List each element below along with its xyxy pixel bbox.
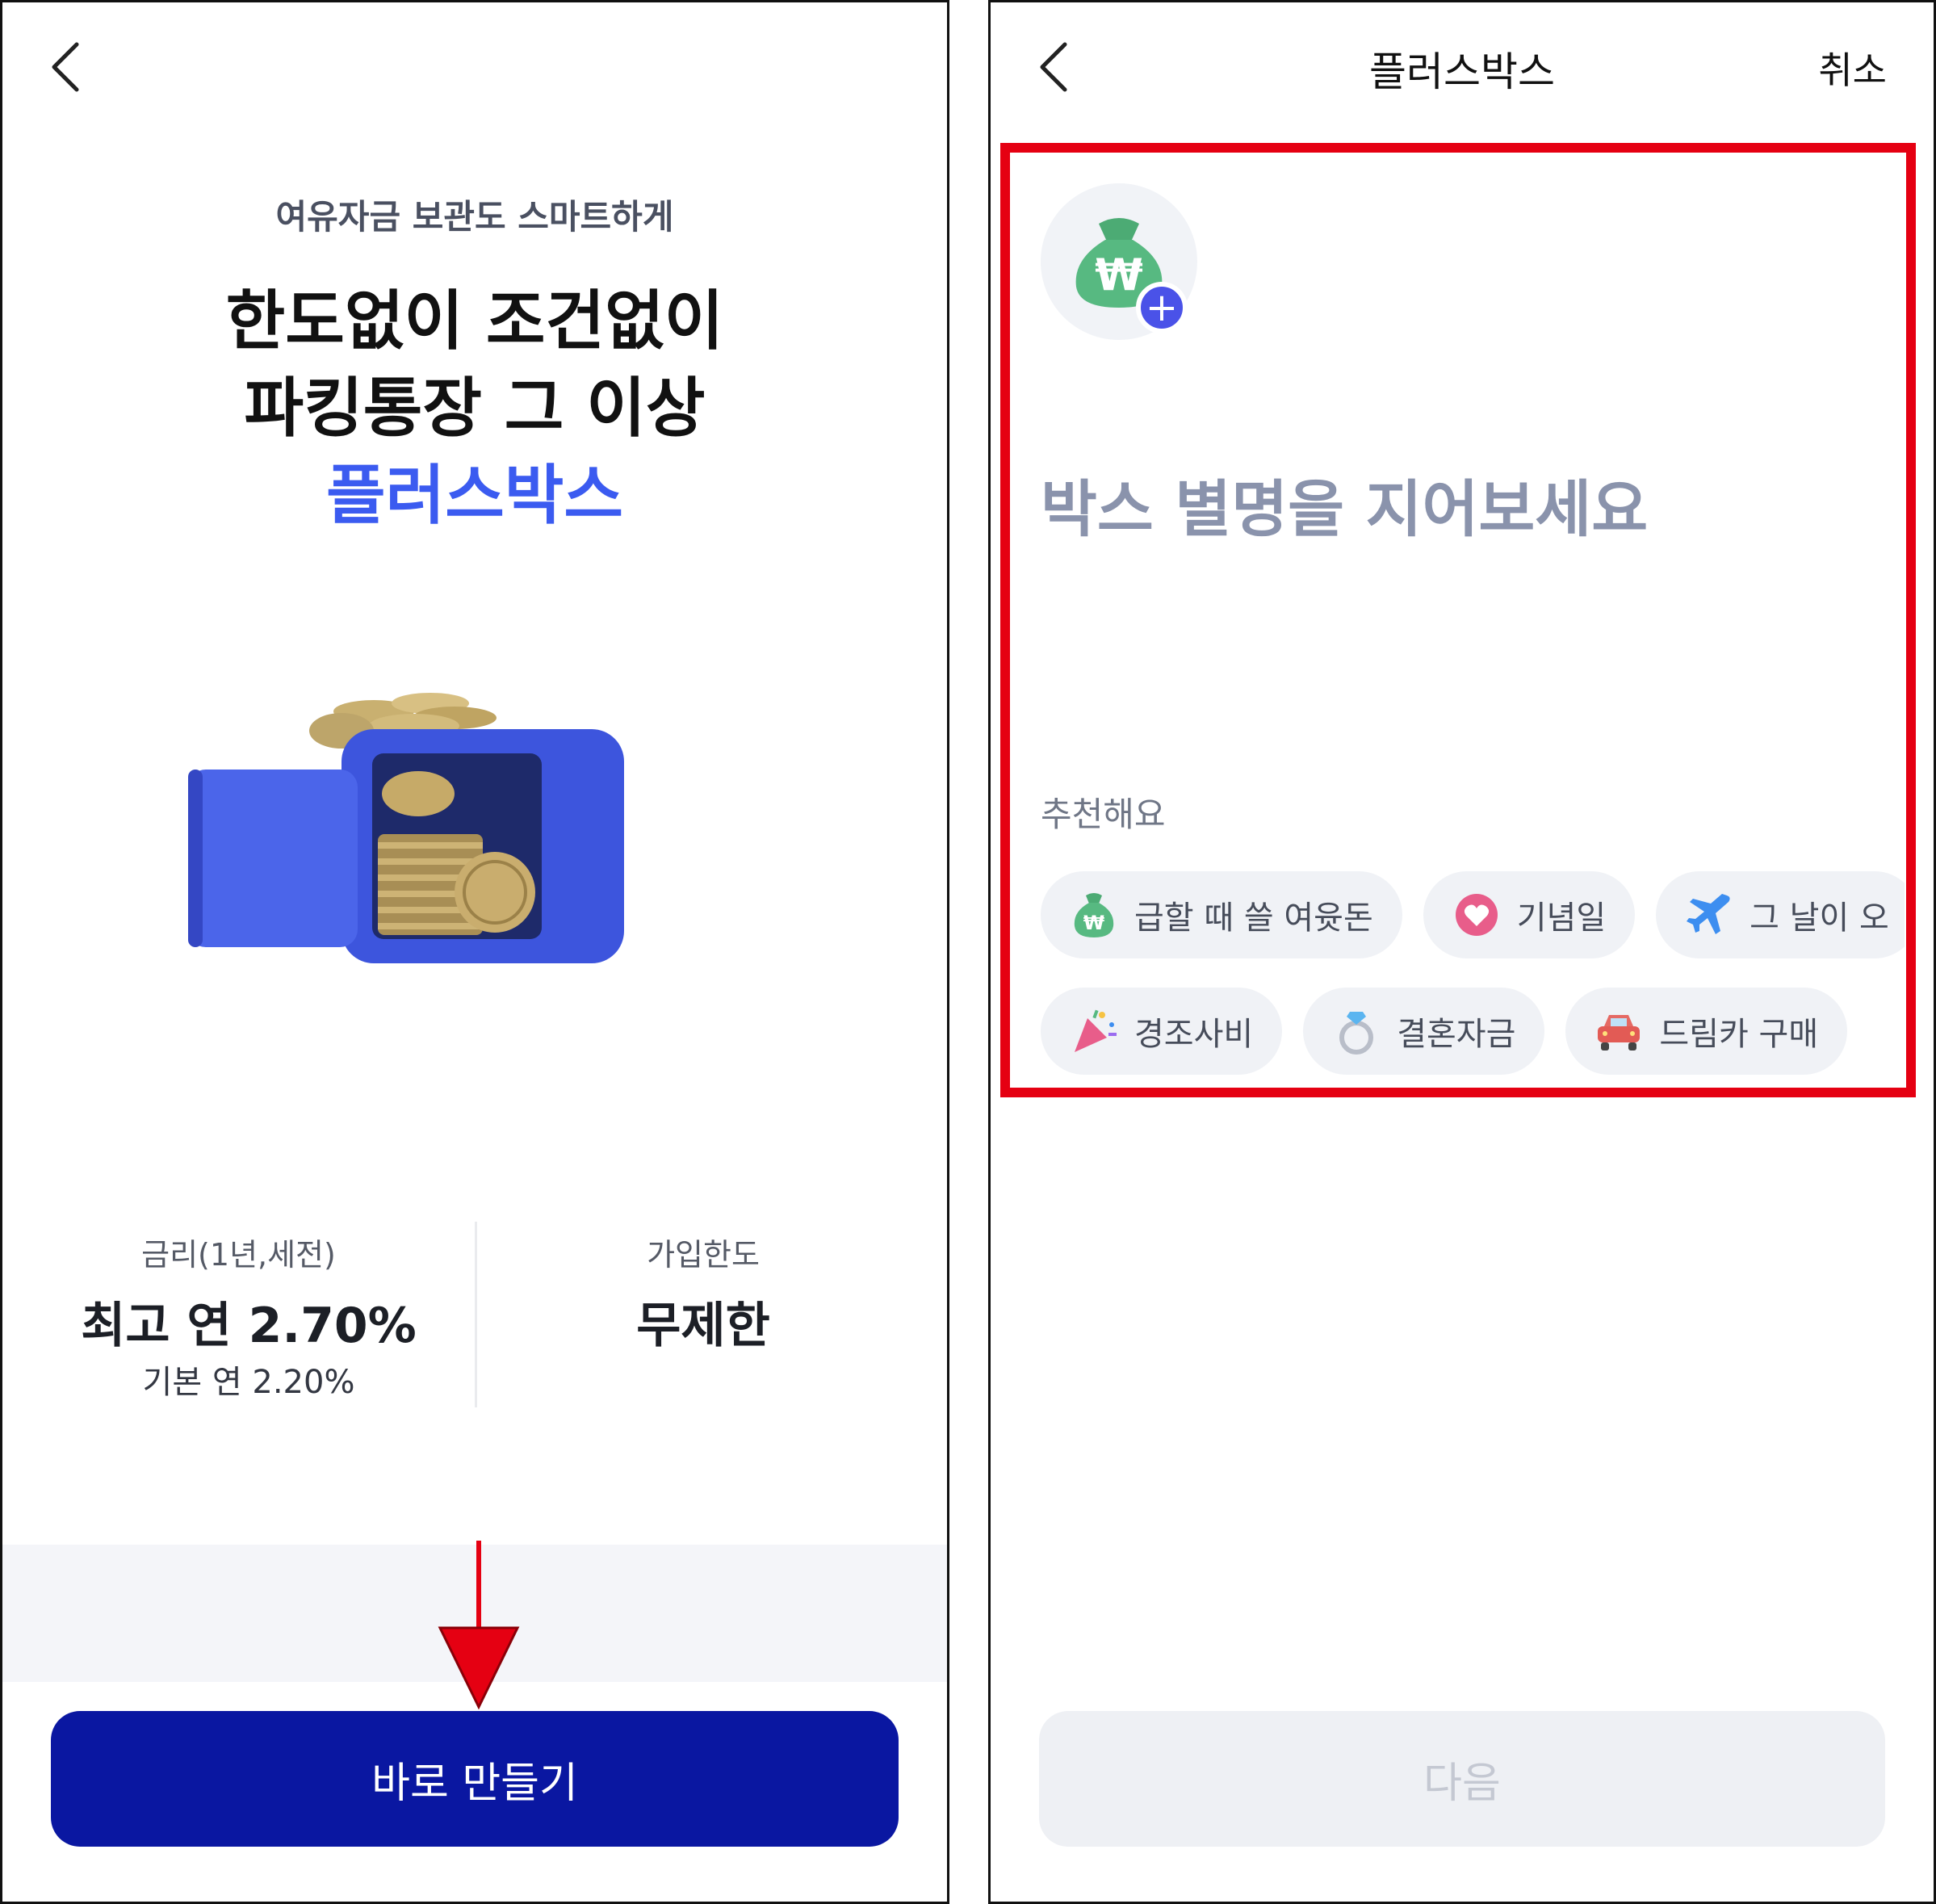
headline-line2: 파킹통장 그 이상 (244, 371, 706, 446)
cancel-button[interactable]: 취소 (1818, 41, 1887, 94)
chip-row-2: 경조사비 결혼자금 드림카 구매 (1041, 988, 1905, 1075)
add-icon[interactable]: + (1136, 282, 1188, 333)
heart-bubble-icon (1455, 894, 1498, 936)
rate-max-value: 최고 연 2.70% (81, 1298, 417, 1354)
chip-dream-car[interactable]: 드림카 구매 (1565, 988, 1848, 1075)
product-stats: 금리(1년,세전) 최고 연 2.70% 기본 연 2.20% 가입한도 무제한 (2, 1214, 947, 1415)
chip-family-events[interactable]: 경조사비 (1041, 988, 1283, 1075)
chip-that-day[interactable]: 그 날이 오 (1656, 871, 1905, 958)
name-box-screen: 플러스박스 취소 ₩ + 박스 별명을 지어보세요 추천해요 ₩ 급할 때 쓸 … (988, 0, 1936, 1904)
chip-label: 드림카 구매 (1659, 1016, 1819, 1053)
limit-value: 무제한 (636, 1298, 770, 1354)
headline-product-name: 플러스박스 (326, 458, 623, 533)
svg-text:₩: ₩ (1095, 250, 1143, 300)
svg-text:₩: ₩ (1083, 912, 1105, 934)
ring-icon (1339, 1012, 1374, 1055)
box-nickname-input[interactable]: 박스 별명을 지어보세요 (1041, 459, 1648, 548)
recommend-label: 추천해요 (1041, 795, 1166, 834)
headline-line1: 한도없이 조건없이 (225, 283, 724, 359)
nav-title: 플러스박스 (1369, 48, 1555, 95)
chip-anniversary[interactable]: 기념일 (1423, 871, 1636, 958)
safe-with-coins-illustration (188, 693, 624, 963)
chip-label: 기념일 (1516, 900, 1607, 937)
chip-emergency-fund[interactable]: ₩ 급할 때 쓸 여윳돈 (1041, 871, 1402, 958)
chip-label: 급할 때 쓸 여윳돈 (1134, 900, 1373, 937)
car-icon (1598, 1015, 1641, 1051)
party-popper-icon (1075, 1009, 1117, 1052)
intro-screen: 여유자금 보관도 스마트하게 한도없이 조건없이 파킹통장 그 이상 플러스박스… (0, 0, 949, 1904)
rate-base-value: 기본 연 2.20% (142, 1364, 355, 1401)
chip-label: 경조사비 (1134, 1016, 1254, 1053)
money-bag-icon: ₩ (1074, 893, 1114, 937)
chip-label: 결혼자금 (1397, 1016, 1516, 1053)
create-now-button[interactable]: 바로 만들기 (51, 1711, 899, 1847)
airplane-icon (1687, 894, 1730, 934)
subtitle: 여유자금 보관도 스마트하게 (275, 197, 674, 237)
chip-wedding-fund[interactable]: 결혼자금 (1303, 988, 1545, 1075)
back-chevron-icon[interactable] (41, 38, 98, 94)
next-button[interactable]: 다음 (1039, 1711, 1885, 1847)
chip-row-1: ₩ 급할 때 쓸 여윳돈 기념일 그 날이 오 (1041, 871, 1905, 958)
rate-label: 금리(1년,세전) (141, 1237, 336, 1273)
limit-label: 가입한도 (647, 1237, 760, 1273)
chip-label: 그 날이 오 (1750, 900, 1889, 937)
down-arrow-annotation (438, 1541, 520, 1710)
